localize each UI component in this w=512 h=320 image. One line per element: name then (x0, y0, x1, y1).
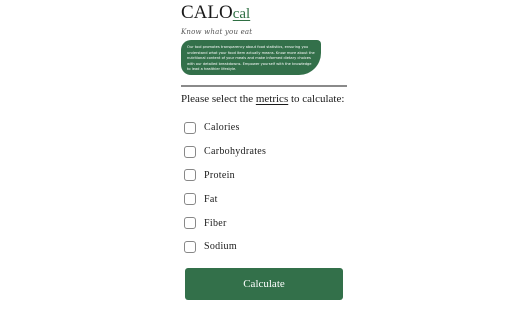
tagline: Know what you eat (181, 28, 253, 36)
option-calories[interactable]: Calories (184, 116, 266, 140)
metrics-prompt: Please select the metrics to calculate: (181, 93, 351, 105)
calories-checkbox[interactable] (184, 121, 196, 134)
option-label: Fiber (204, 217, 227, 229)
prompt-suffix: to calculate: (288, 93, 345, 105)
option-protein[interactable]: Protein (184, 164, 266, 188)
option-label: Fat (204, 193, 218, 205)
app-logo: CALOcal (181, 3, 252, 24)
intro-card: Our tool promotes transparency about foo… (181, 40, 321, 75)
option-label: Calories (204, 122, 240, 134)
option-fat[interactable]: Fat (184, 187, 266, 211)
option-sodium[interactable]: Sodium (184, 235, 266, 259)
carbohydrates-checkbox[interactable] (184, 145, 196, 158)
option-carbohydrates[interactable]: Carbohydrates (184, 140, 266, 164)
fiber-checkbox[interactable] (184, 217, 196, 230)
fat-checkbox[interactable] (184, 193, 196, 206)
logo-main: CALO (181, 2, 233, 23)
intro-text: Our tool promotes transparency about foo… (187, 45, 315, 72)
metrics-link: metrics (255, 93, 289, 105)
divider (181, 85, 347, 87)
logo-accent: cal (232, 6, 251, 22)
metrics-options: Calories Carbohydrates Protein Fat Fiber… (184, 116, 266, 259)
calculate-button[interactable]: Calculate (185, 268, 343, 300)
prompt-prefix: Please select the (181, 93, 256, 105)
header: CALOcal Know what you eat (181, 3, 253, 37)
option-label: Sodium (204, 241, 237, 253)
option-label: Carbohydrates (204, 146, 267, 158)
option-fiber[interactable]: Fiber (184, 211, 266, 235)
sodium-checkbox[interactable] (184, 240, 196, 253)
protein-checkbox[interactable] (184, 169, 196, 182)
option-label: Protein (204, 169, 235, 181)
